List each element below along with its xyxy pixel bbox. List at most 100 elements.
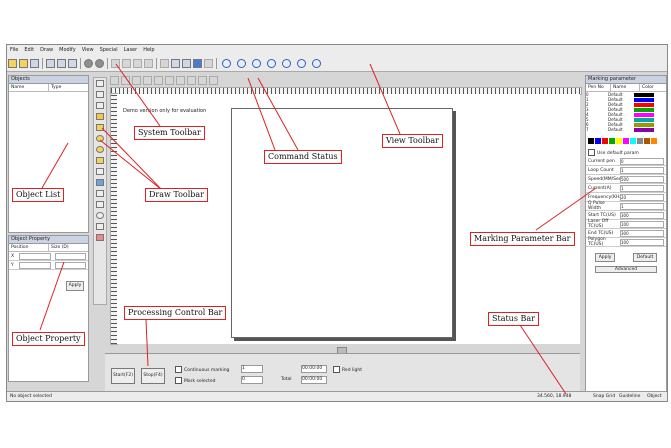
ungroup-icon[interactable] [122,58,131,68]
marking-field-input[interactable]: 1 [620,202,664,210]
marking-field-input[interactable]: 100 [620,220,664,228]
zoom-icon[interactable] [222,58,231,68]
menu-modify[interactable]: Modify [56,47,79,53]
cmd-icon[interactable] [132,76,141,85]
bitmap-icon[interactable] [96,179,104,186]
marking-field-input[interactable]: 20 [620,193,664,201]
marking-field-input[interactable]: 500 [620,175,664,183]
guideline-indicator[interactable]: Guideline [619,392,640,401]
line-icon[interactable] [96,102,104,109]
new-file-icon[interactable] [8,58,17,68]
circle-icon[interactable] [96,135,104,142]
zoom-page-icon[interactable] [282,58,291,68]
y-input[interactable] [19,261,51,269]
object-snap-indicator[interactable]: Object [647,392,662,401]
palette-swatch[interactable] [623,138,629,144]
save-icon[interactable] [30,58,39,68]
cmd-icon[interactable] [143,76,152,85]
advanced-button[interactable]: Advanced [595,266,657,273]
polygon-icon[interactable] [96,157,104,164]
cmd-icon[interactable] [198,76,207,85]
barcode-icon[interactable] [96,201,104,208]
palette-swatch[interactable] [616,138,622,144]
marking-field-input[interactable]: 300 [620,229,664,237]
zoom-in-icon[interactable] [237,58,246,68]
marking-field-row: Current(A) 1 [586,184,666,193]
zoom-out-icon[interactable] [252,58,261,68]
input-port-icon[interactable] [96,223,104,230]
menu-edit[interactable]: Edit [21,47,37,53]
zoom-prev-icon[interactable] [312,58,321,68]
rectangle-icon[interactable] [96,124,104,131]
hatch-icon[interactable] [171,58,180,68]
pen-row[interactable]: 7 Default [586,127,666,132]
copy-icon[interactable] [57,58,66,68]
group-icon[interactable] [111,58,120,68]
transform-icon[interactable] [144,58,153,68]
stop-button[interactable]: Stop(F4) [141,368,165,384]
palette-swatch[interactable] [651,138,657,144]
marking-field-input[interactable]: 300 [620,211,664,219]
red-light-checkbox[interactable] [333,366,340,373]
palette-swatch[interactable] [602,138,608,144]
cmd-icon[interactable] [176,76,185,85]
palette-swatch[interactable] [630,138,636,144]
curve-icon[interactable] [96,113,104,120]
palette-swatch[interactable] [609,138,615,144]
palette-swatch[interactable] [637,138,643,144]
combine-icon[interactable] [84,58,93,68]
blue-tool-icon[interactable] [193,58,202,68]
column-type[interactable]: Type [49,84,88,91]
cmd-icon[interactable] [121,76,130,85]
menu-laser[interactable]: Laser [121,47,141,53]
menu-help[interactable]: Help [140,47,157,53]
snap-grid-indicator[interactable]: Snap Grid [593,392,615,401]
start-button[interactable]: Start(F2) [111,368,135,384]
apply-button[interactable]: Apply [594,253,616,262]
node-edit-icon[interactable] [160,58,169,68]
align-icon[interactable] [182,58,191,68]
vector-file-icon[interactable] [96,190,104,197]
cmd-icon[interactable] [209,76,218,85]
marking-field-input[interactable]: 100 [620,238,664,246]
palette-swatch[interactable] [588,138,594,144]
menu-special[interactable]: Special [97,47,121,53]
paste-icon[interactable] [68,58,77,68]
ellipse-icon[interactable] [96,146,104,153]
x-input[interactable] [19,252,51,260]
default-button[interactable]: Default [632,253,658,262]
cmd-icon[interactable] [187,76,196,85]
uncombine-icon[interactable] [95,58,104,68]
palette-swatch[interactable] [644,138,650,144]
column-name[interactable]: Name [9,84,49,91]
cut-icon[interactable] [46,58,55,68]
palette-swatch[interactable] [595,138,601,144]
text-icon[interactable] [96,168,104,175]
marking-field-input[interactable]: 1 [620,184,664,192]
cmd-icon[interactable] [154,76,163,85]
height-input[interactable] [54,261,86,269]
count-field[interactable]: 1 [241,365,263,373]
open-file-icon[interactable] [19,58,28,68]
width-input[interactable] [54,252,86,260]
output-port-icon[interactable] [96,234,104,241]
timer-icon[interactable] [96,212,104,219]
pointer-icon[interactable] [96,80,104,87]
marking-field-input[interactable]: 0 [620,157,664,165]
select-icon[interactable] [133,58,142,68]
marking-field-input[interactable]: 1 [620,166,664,174]
cmd-icon[interactable] [110,76,119,85]
continuous-checkbox[interactable] [175,366,182,373]
menu-view[interactable]: View [79,47,97,53]
part-field[interactable]: 0 [241,376,263,384]
mark-selected-checkbox[interactable] [175,377,182,384]
node-pointer-icon[interactable] [96,91,104,98]
cmd-icon[interactable] [165,76,174,85]
sp-icon[interactable] [204,58,213,68]
zoom-all-icon[interactable] [267,58,276,68]
apply-button[interactable]: Apply [66,281,84,291]
menu-file[interactable]: File [7,47,21,53]
menu-draw[interactable]: Draw [37,47,56,53]
use-default-checkbox[interactable] [588,149,595,156]
zoom-selected-icon[interactable] [297,58,306,68]
